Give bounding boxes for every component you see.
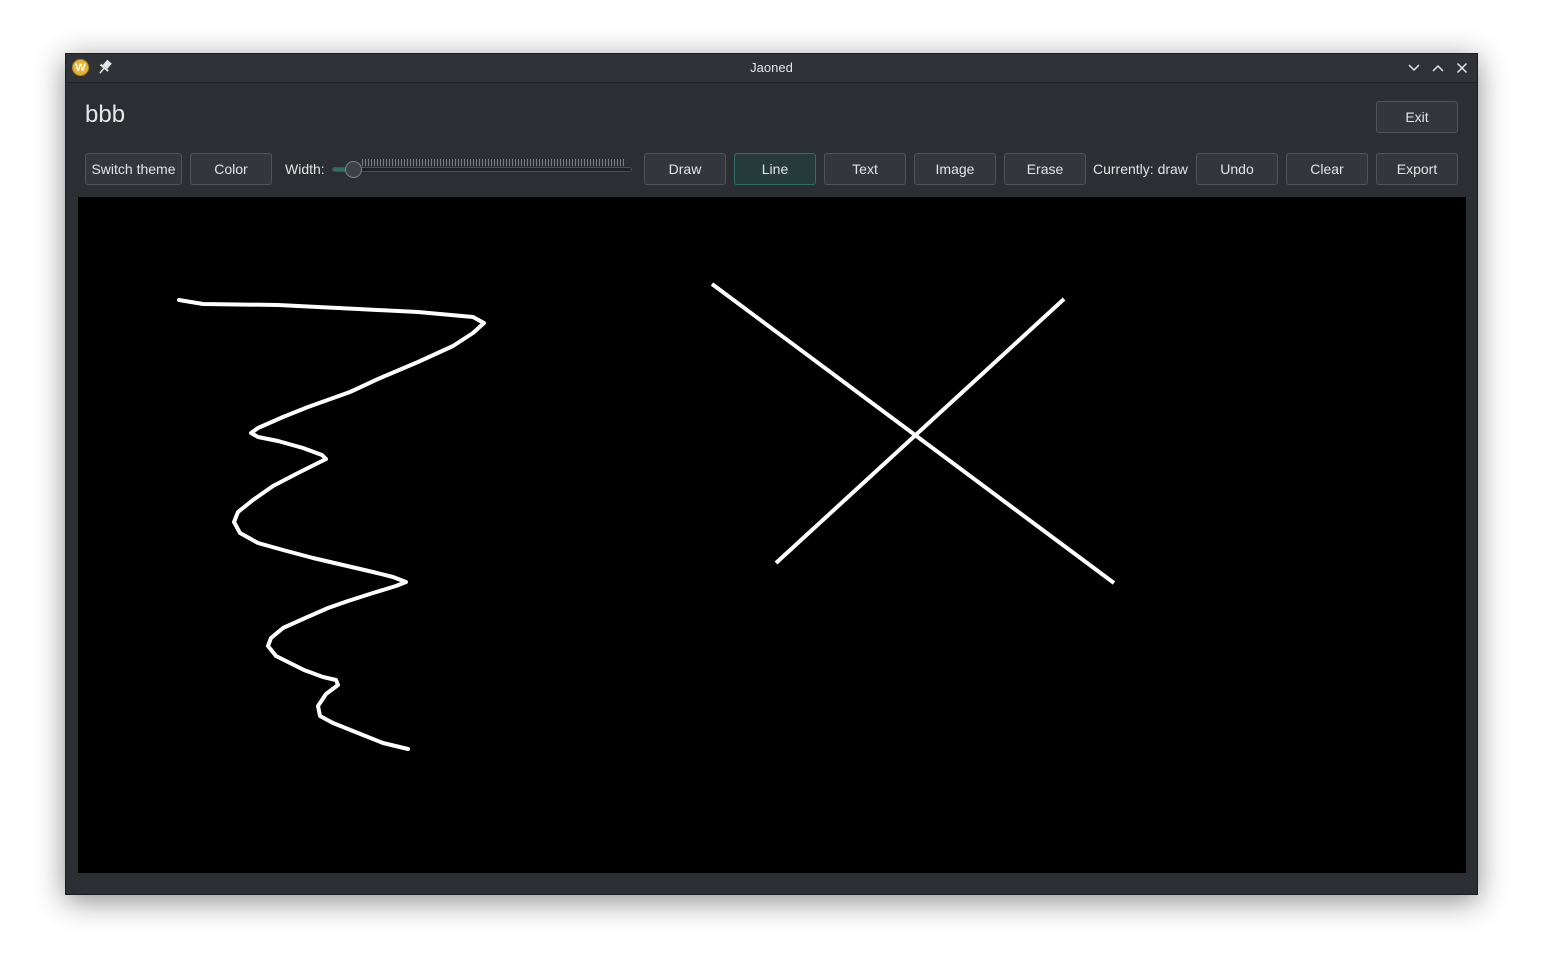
slider-groove [332,167,632,172]
chevron-up-icon[interactable] [1430,60,1446,76]
width-label: Width: [285,161,325,177]
export-button[interactable]: Export [1376,153,1458,185]
chevron-down-icon[interactable] [1406,60,1422,76]
undo-button[interactable]: Undo [1196,153,1278,185]
draw-button[interactable]: Draw [644,153,726,185]
app-window: W Jaoned bbb Exit Switch theme Color Wid… [65,53,1478,895]
drawing-canvas[interactable] [78,197,1466,873]
clear-button[interactable]: Clear [1286,153,1368,185]
freehand-stroke [177,298,486,751]
image-button[interactable]: Image [914,153,996,185]
canvas-drawing [177,282,1116,751]
text-button[interactable]: Text [824,153,906,185]
width-slider[interactable] [332,158,632,180]
title-bar[interactable]: W Jaoned [66,54,1477,83]
line-button[interactable]: Line [734,153,816,185]
erase-button[interactable]: Erase [1004,153,1086,185]
exit-button[interactable]: Exit [1376,101,1458,133]
window-title: Jaoned [750,60,793,75]
slider-handle[interactable] [345,161,362,178]
switch-theme-button[interactable]: Switch theme [85,153,182,185]
slider-ticks [362,159,624,166]
straight-line-stroke [774,297,1066,565]
current-mode-status: Currently: draw [1093,161,1188,177]
page-title: bbb [85,101,126,128]
straight-line-stroke [710,282,1116,585]
close-icon[interactable] [1454,60,1470,76]
color-button[interactable]: Color [190,153,272,185]
